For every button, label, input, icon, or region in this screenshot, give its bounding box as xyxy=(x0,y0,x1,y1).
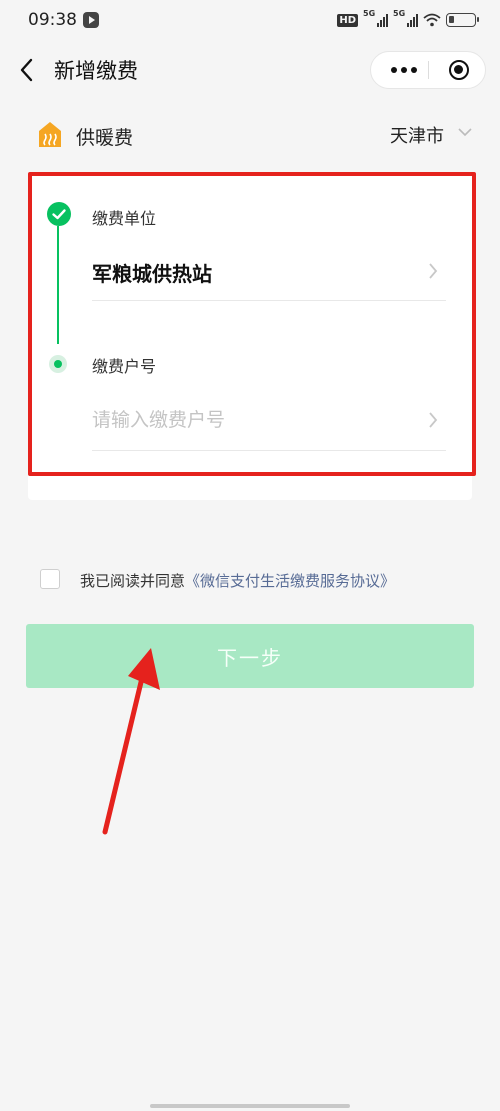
agreement-prefix: 我已阅读并同意 xyxy=(80,572,186,590)
media-play-icon xyxy=(83,12,99,28)
account-number-input[interactable] xyxy=(92,405,412,435)
network-type-label: 5G xyxy=(363,9,376,18)
miniprogram-capsule xyxy=(370,51,486,89)
step-connector-line xyxy=(57,226,59,344)
chevron-down-icon[interactable] xyxy=(458,128,472,137)
step-current-dot-icon xyxy=(54,360,62,368)
status-time: 09:38 xyxy=(28,10,77,30)
unit-value[interactable]: 军粮城供热站 xyxy=(92,258,212,287)
capsule-divider xyxy=(428,61,429,79)
unit-label: 缴费单位 xyxy=(92,209,157,228)
account-label: 缴费户号 xyxy=(92,357,157,376)
chevron-right-icon[interactable] xyxy=(428,262,438,280)
category-label: 供暖费 xyxy=(76,127,134,149)
status-bar: 09:38 HD 5G 5G xyxy=(0,0,500,40)
step-complete-check-icon xyxy=(47,202,71,226)
agreement-text: 我已阅读并同意《微信支付生活缴费服务协议》 xyxy=(80,570,395,591)
divider xyxy=(92,450,446,451)
agreement-checkbox[interactable] xyxy=(40,569,60,589)
signal-icon: 5G xyxy=(363,9,388,27)
hd-voice-icon: HD xyxy=(337,13,358,27)
category-row: 供暖费 天津市 xyxy=(0,112,500,158)
network-type-label-2: 5G xyxy=(393,9,406,18)
back-arrow-icon[interactable] xyxy=(16,56,40,84)
heating-icon xyxy=(39,122,61,147)
close-miniprogram-icon[interactable] xyxy=(449,60,469,80)
agreement-link[interactable]: 《微信支付生活缴费服务协议》 xyxy=(185,572,395,590)
home-indicator xyxy=(150,1104,350,1108)
city-selector[interactable]: 天津市 xyxy=(390,122,444,148)
chevron-right-icon[interactable] xyxy=(428,411,438,429)
page-title: 新增缴费 xyxy=(54,59,138,83)
system-icons: HD 5G 5G xyxy=(337,9,479,30)
more-icon[interactable] xyxy=(381,52,426,88)
signal-icon-2: 5G xyxy=(393,9,418,27)
nav-bar: 新增缴费 xyxy=(0,40,500,100)
wifi-icon xyxy=(423,13,441,27)
agreement-row: 我已阅读并同意《微信支付生活缴费服务协议》 xyxy=(40,568,480,596)
divider xyxy=(92,300,446,301)
battery-icon xyxy=(446,13,479,27)
annotation-arrow-icon xyxy=(102,648,160,835)
